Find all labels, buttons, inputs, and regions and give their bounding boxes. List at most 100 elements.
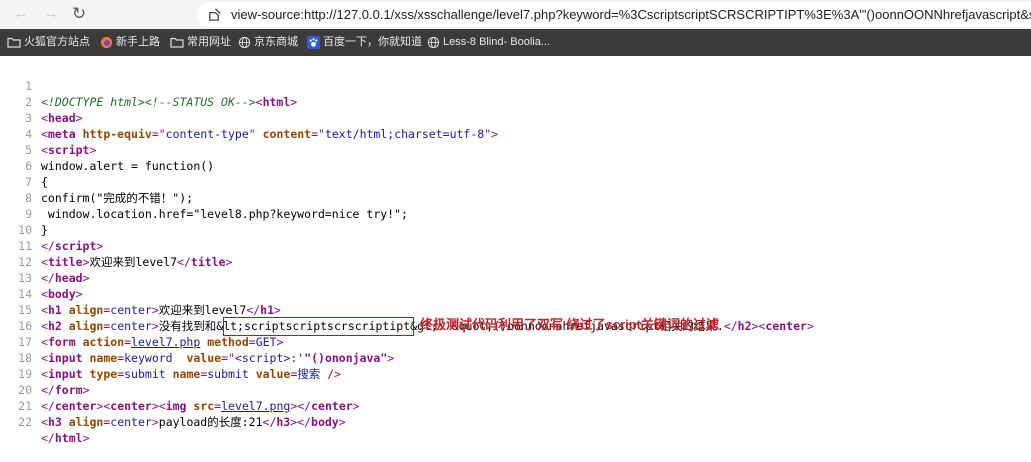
baidu-paw-icon (307, 36, 320, 49)
text-node (173, 351, 187, 365)
bookmark-item[interactable]: 新手上路 (100, 29, 160, 56)
source-line: 11 <title>欢迎来到level7</title> (0, 222, 232, 269)
attr-name: src (193, 399, 215, 413)
token: </ (723, 319, 738, 333)
token: < (41, 319, 48, 333)
token: > (151, 319, 159, 333)
source-line: 8 window.location.href="level8.php?keywo… (0, 174, 408, 221)
source-line: 20 </center><center><img src=level7.png>… (0, 366, 359, 413)
tag-name: center (110, 399, 152, 413)
bookmark-item[interactable]: 百度一下，你就知道 (307, 29, 422, 56)
bookmark-item[interactable]: Less-8 Blind- Boolia... (427, 29, 550, 56)
line-code: <h1 align=center>欢迎来到level7</h1> (41, 302, 281, 318)
tag-name: form (54, 383, 83, 397)
bookmark-item[interactable]: 京东商城 (238, 29, 298, 56)
firefox-icon (100, 36, 113, 49)
token: </ (41, 431, 55, 445)
globe-icon (427, 36, 440, 49)
token: =" (311, 127, 325, 141)
attr-name: action (82, 335, 125, 349)
token: >< (151, 399, 166, 413)
text-node (166, 367, 173, 381)
connection-info-icon[interactable] (207, 7, 222, 22)
attr-name: value (255, 367, 291, 381)
token: = (124, 335, 132, 349)
attr-value: submit (124, 367, 166, 381)
tag-name: center (311, 399, 353, 413)
source-line: 6 { (0, 142, 48, 189)
bookmark-label: 新手上路 (116, 36, 160, 48)
tag-name: script (54, 239, 97, 253)
attr-name: http-equiv (82, 127, 152, 141)
token: < (41, 255, 48, 269)
url-text[interactable]: view-source:http://127.0.0.1/xss/xsschal… (231, 2, 1031, 27)
line-code: <title>欢迎来到level7</title> (41, 254, 232, 270)
source-line: 2 <head> (0, 78, 83, 125)
line-code: <head> (41, 110, 83, 126)
line-code: window.location.href="level8.php?keyword… (41, 207, 408, 221)
line-code: <h3 align=center>payload的长度:21</h3></bod… (41, 414, 346, 430)
attr-name: type (89, 367, 118, 381)
highlight-box (223, 317, 414, 336)
forward-arrow-icon[interactable]: → (40, 3, 62, 25)
tag-name: html (54, 431, 83, 445)
line-number: 22 (18, 415, 32, 429)
attr-name: name (172, 367, 201, 381)
attr-name: align (68, 319, 104, 333)
token: </ (41, 383, 55, 397)
tag-name: script (47, 143, 90, 157)
tag-name: body (311, 415, 339, 429)
line-code: window.alert = function() (41, 159, 215, 173)
line-code: confirm("完成的不错！"); (41, 191, 194, 205)
source-line: 5 window.alert = function() (0, 126, 214, 173)
line-code: </html> (41, 430, 90, 446)
action-link[interactable]: level7.php (131, 335, 200, 349)
reload-icon[interactable]: ↻ (68, 3, 90, 25)
tag-name: h3 (47, 415, 69, 429)
line-code: <body> (41, 286, 83, 302)
text-node: 欢迎来到level7 (158, 303, 247, 317)
line-code: <input type=submit name=submit value=搜索 … (41, 366, 341, 382)
image-link[interactable]: level7.png (221, 399, 290, 413)
source-line: 15 <h2 align=center>没有找到和&lt;scriptscrip… (0, 286, 814, 333)
source-line: 16 <form action=level7.php method=GET> (0, 302, 283, 349)
token: > (82, 271, 90, 285)
token: > (806, 319, 814, 333)
source-line: 18 <input type=submit name=submit value=… (0, 334, 341, 381)
line-code: </head> (41, 270, 90, 286)
attr-name: align (68, 415, 104, 429)
attr-value: text/html;charset=utf-8 (324, 127, 485, 141)
token: >< (96, 399, 111, 413)
source-line: 3 <meta http-equiv="content-type" conten… (0, 94, 498, 141)
token: > (225, 255, 233, 269)
token: > (75, 111, 83, 125)
line-code: </script> (41, 238, 103, 254)
address-bar[interactable]: view-source:http://127.0.0.1/xss/xsschal… (197, 2, 1031, 27)
token: > (276, 335, 284, 349)
tag-name: h3 (276, 415, 291, 429)
bookmark-item[interactable]: 常用网址 (170, 29, 231, 56)
folder-icon (170, 37, 184, 48)
token: </ (262, 415, 277, 429)
attr-value: submit (207, 367, 249, 381)
bookmarks-bar: 火狐官方站点 新手上路 常用网址 京东商城 百度一下，你就知道 Less-8 B… (0, 29, 1031, 56)
bookmark-item[interactable]: 火狐官方站点 (7, 29, 90, 56)
line-code: { (41, 175, 48, 189)
attr-value: 搜索 (297, 367, 321, 381)
text-node: 欢迎来到level7 (89, 255, 178, 269)
attr-name: content (262, 127, 312, 141)
token: /> (320, 367, 342, 381)
token: = (103, 415, 111, 429)
token: </ (246, 303, 261, 317)
token: </ (177, 255, 191, 269)
token: " (248, 127, 263, 141)
attr-value: :' (290, 351, 305, 365)
source-line: 4 <script> (0, 110, 96, 157)
token: < (41, 143, 48, 157)
token: < (41, 127, 48, 141)
attr-name: value (186, 351, 222, 365)
globe-icon (238, 36, 251, 49)
token: </ (41, 239, 55, 253)
back-arrow-icon[interactable]: ← (10, 3, 32, 25)
source-line: 9 } (0, 190, 48, 237)
